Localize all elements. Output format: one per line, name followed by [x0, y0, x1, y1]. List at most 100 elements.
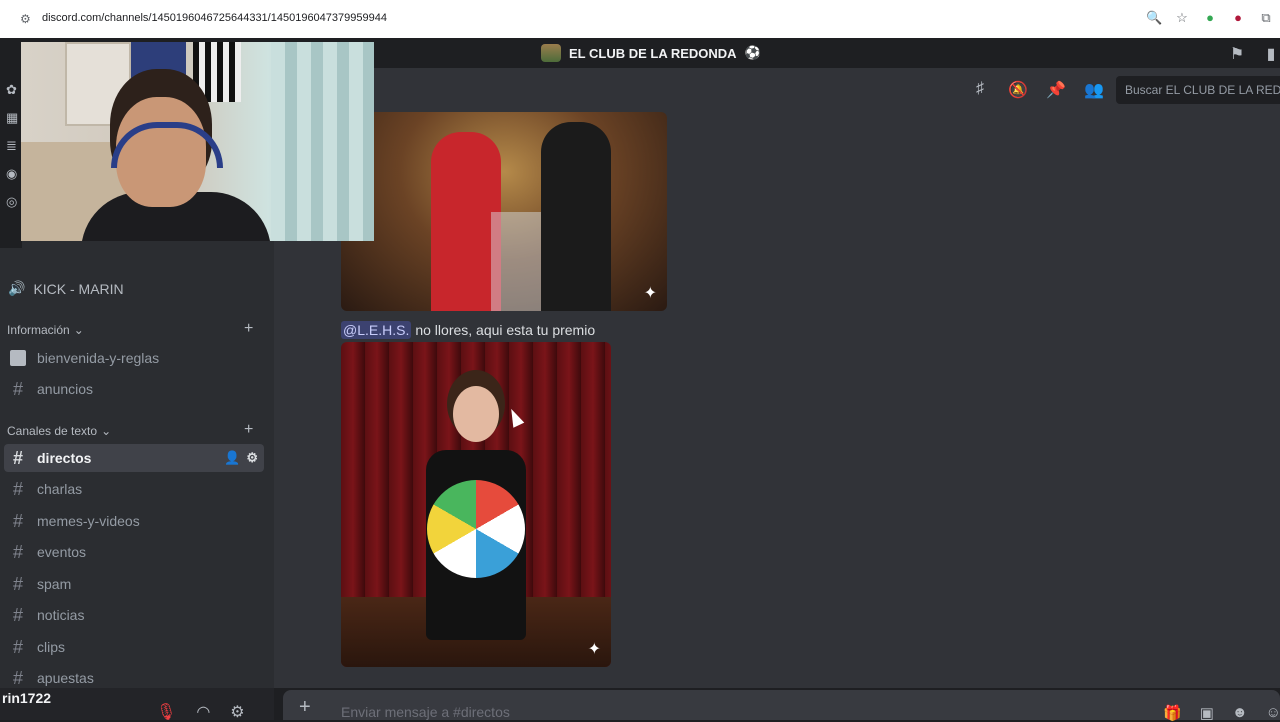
- category-name: Canales de texto: [7, 424, 98, 438]
- image-podium: [491, 212, 541, 311]
- puzzle-icon[interactable]: ⧉: [1258, 10, 1274, 26]
- image-girl-head: [453, 386, 499, 442]
- chevron-down-icon: ⌄: [73, 323, 84, 337]
- hash-icon: #: [12, 667, 23, 688]
- channel-name: directos: [37, 450, 92, 466]
- curtain: [271, 42, 374, 241]
- wall-poster: [65, 42, 131, 126]
- chevron-down-icon: ⌄: [101, 424, 112, 438]
- extension-icon[interactable]: ●: [1230, 10, 1246, 26]
- add-channel-icon[interactable]: +: [244, 421, 253, 439]
- channel-name: anuncios: [37, 381, 94, 397]
- wall-poster: [131, 42, 186, 102]
- browser-address-bar: ⚙ discord.com/channels/14501960467256443…: [0, 0, 1280, 39]
- wall-poster: [193, 42, 241, 102]
- server-badge-icon: ⚽: [744, 45, 761, 60]
- category-canales-de-texto[interactable]: Canales de texto ⌄: [7, 424, 111, 438]
- site-settings-icon[interactable]: ⚙: [20, 12, 34, 26]
- channel-anuncios[interactable]: # anuncios: [4, 375, 264, 403]
- message-composer[interactable]: + Enviar mensaje a #directos 🎁 ▣ ☻ ☺: [283, 690, 1280, 722]
- browser-action-icons: 🔍 ☆ ● ● ⧉: [1146, 10, 1274, 26]
- channel-actions: 👤 ⚙: [224, 450, 258, 466]
- channel-charlas[interactable]: # charlas: [4, 475, 264, 503]
- message-body: no llores, aqui esta tu premio: [415, 322, 596, 338]
- members-icon[interactable]: ◉: [6, 166, 20, 181]
- notifications-muted-icon[interactable]: 🔕: [1008, 80, 1028, 100]
- image-beach-ball: [427, 480, 525, 578]
- channel-noticias[interactable]: # noticias: [4, 601, 264, 629]
- extension-icon[interactable]: ●: [1202, 10, 1218, 26]
- member-list-icon[interactable]: 👥: [1084, 80, 1104, 100]
- headphones-icon[interactable]: ◠: [196, 702, 210, 722]
- top-right-icons: ⚑ ▮: [1228, 44, 1280, 64]
- server-list-strip: ✿ ▦ ≣ ◉ ◎: [0, 68, 22, 248]
- threads-icon[interactable]: ♯: [970, 80, 990, 100]
- channel-name: noticias: [37, 607, 85, 623]
- microphone-muted-icon[interactable]: 🎙: [156, 702, 176, 722]
- message-text: @L.E.H.S. no llores, aqui esta tu premio: [341, 321, 595, 339]
- webcam-overlay: [21, 42, 374, 241]
- voice-channel-name: KICK - MARIN: [33, 280, 124, 297]
- channel-spam[interactable]: # spam: [4, 570, 264, 598]
- add-channel-icon[interactable]: +: [244, 320, 253, 338]
- channel-name: charlas: [37, 481, 83, 497]
- category-name: Información: [7, 323, 70, 337]
- channel-memes-y-videos[interactable]: # memes-y-videos: [4, 507, 264, 535]
- hash-icon: #: [12, 478, 23, 499]
- channel-directos[interactable]: # directos 👤 ⚙: [4, 444, 264, 472]
- channel-name: eventos: [37, 544, 87, 560]
- gear-icon[interactable]: ⚙: [246, 450, 258, 466]
- hash-icon: #: [12, 378, 23, 399]
- channel-name: clips: [37, 639, 66, 655]
- server-title: EL CLUB DE LA REDONDA ⚽: [541, 44, 761, 62]
- inbox-flag-icon[interactable]: ⚑: [1228, 44, 1246, 64]
- url-text[interactable]: discord.com/channels/1450196046725644331…: [42, 12, 387, 24]
- voice-channel[interactable]: 🔊 KICK - MARIN: [8, 280, 124, 297]
- channel-name: spam: [37, 576, 72, 592]
- rules-icon: [10, 350, 26, 366]
- ai-sparkle-icon: ✦: [643, 285, 657, 302]
- hash-icon: #: [12, 573, 23, 594]
- server-settings-icon[interactable]: ✿: [6, 82, 20, 97]
- girl-with-beach-ball-image[interactable]: ✦: [341, 342, 611, 667]
- ai-sparkle-icon: ✦: [587, 641, 601, 658]
- search-placeholder: Buscar EL CLUB DE LA REDONDA: [1125, 83, 1280, 97]
- chat-header-icons: ♯ 🔕 📌 👥: [970, 80, 1104, 100]
- pinned-messages-icon[interactable]: 📌: [1046, 80, 1066, 100]
- channel-eventos[interactable]: # eventos: [4, 538, 264, 566]
- hash-icon: #: [12, 636, 23, 657]
- composer-icons: 🎁 ▣ ☻ ☺: [1163, 704, 1280, 722]
- bookmark-star-icon[interactable]: ☆: [1174, 10, 1190, 26]
- channel-name: memes-y-videos: [37, 513, 140, 529]
- emoji-icon[interactable]: ☺: [1266, 704, 1280, 722]
- gift-icon[interactable]: 🎁: [1163, 704, 1182, 722]
- hash-icon: #: [12, 541, 23, 562]
- hash-icon: #: [12, 604, 23, 625]
- hash-icon: #: [12, 447, 23, 468]
- gif-icon[interactable]: ▣: [1200, 704, 1214, 722]
- attach-plus-icon[interactable]: +: [299, 696, 311, 719]
- category-informacion[interactable]: Información ⌄: [7, 323, 84, 337]
- image-figure-black-suit: [541, 122, 611, 311]
- channels-browse-icon[interactable]: ≣: [6, 138, 20, 153]
- user-settings-gear-icon[interactable]: ⚙: [230, 702, 244, 722]
- invite-user-icon[interactable]: 👤: [224, 450, 240, 466]
- search-input[interactable]: Buscar EL CLUB DE LA REDONDA: [1116, 76, 1280, 104]
- zoom-icon[interactable]: 🔍: [1146, 10, 1162, 26]
- help-icon[interactable]: ▮: [1262, 44, 1280, 64]
- events-icon[interactable]: ▦: [6, 110, 20, 125]
- user-controls: 🎙 ◠ ⚙: [156, 702, 245, 722]
- channel-name: bienvenida-y-reglas: [37, 350, 160, 366]
- username[interactable]: rin1722: [2, 690, 51, 706]
- speaker-icon: 🔊: [8, 280, 26, 296]
- channel-bienvenida-y-reglas[interactable]: bienvenida-y-reglas: [4, 344, 264, 372]
- channel-clips[interactable]: # clips: [4, 633, 264, 661]
- server-name: EL CLUB DE LA REDONDA: [569, 45, 737, 61]
- user-mention[interactable]: @L.E.H.S.: [341, 321, 412, 339]
- user-panel: rin1722 🎙 ◠ ⚙: [0, 688, 274, 722]
- server-icon: [541, 44, 561, 62]
- boost-icon[interactable]: ◎: [6, 194, 20, 209]
- award-ceremony-image[interactable]: ✦: [341, 112, 667, 311]
- channel-name: apuestas: [37, 670, 94, 686]
- sticker-icon[interactable]: ☻: [1232, 704, 1248, 722]
